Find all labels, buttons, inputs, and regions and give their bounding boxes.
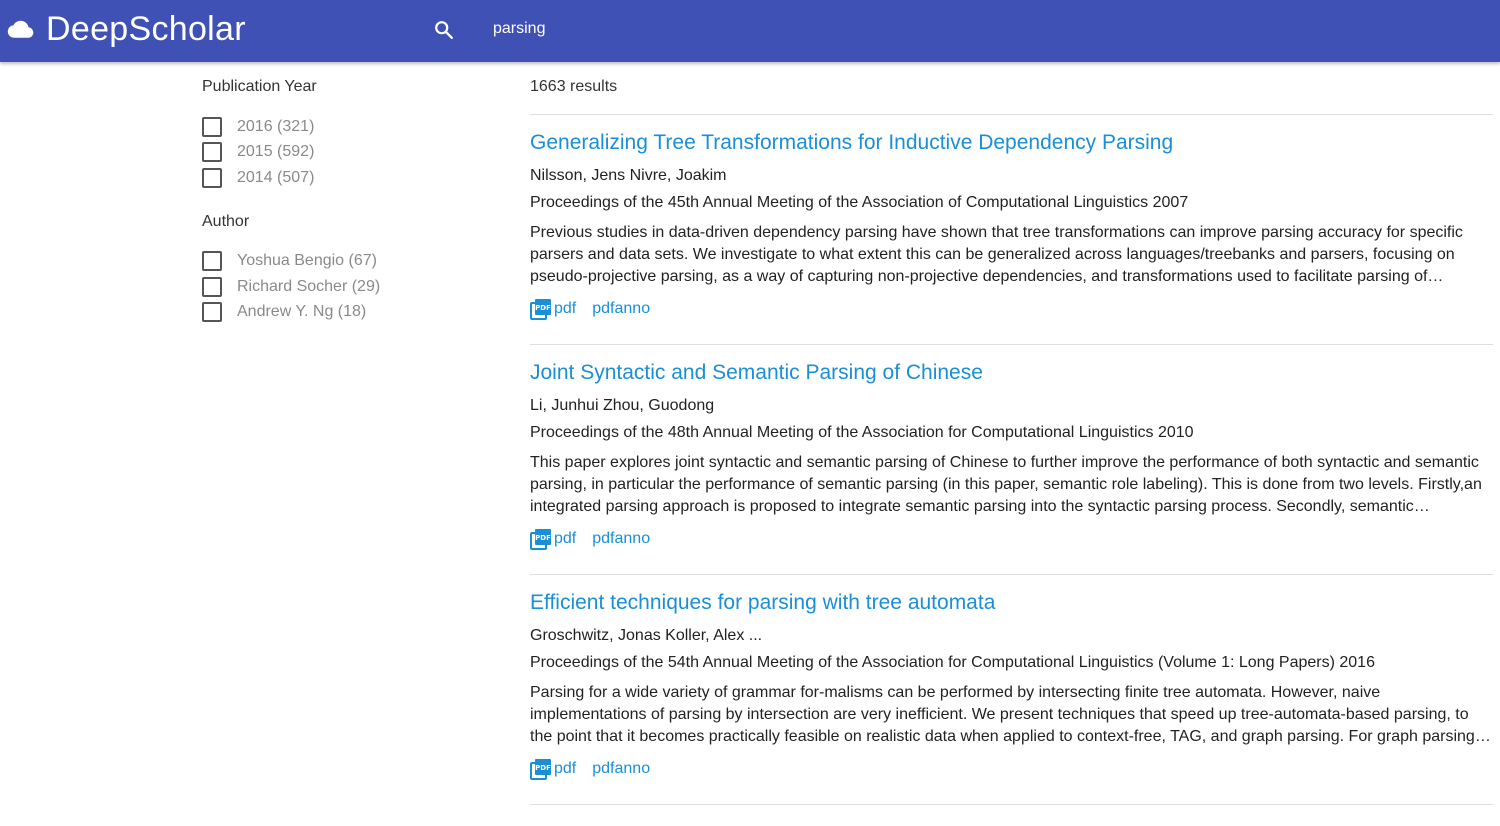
facet-options: Yoshua Bengio (67) Richard Socher (29) A… (202, 249, 462, 326)
result-item: Efficient techniques for parsing with tr… (530, 575, 1493, 805)
result-abstract: This paper explores joint syntactic and … (530, 454, 1482, 515)
search-icon[interactable] (433, 19, 455, 41)
checkbox[interactable] (202, 142, 222, 163)
facet-option-2016[interactable]: 2016 (321) (202, 114, 462, 140)
facet-option-label: Richard Socher (29) (237, 277, 381, 295)
facet-option-andrew-ng[interactable]: Andrew Y. Ng (18) (202, 300, 462, 326)
facet-option-label: Yoshua Bengio (67) (237, 252, 377, 270)
pdf-icon: PDF (530, 529, 551, 550)
pdfanno-link[interactable]: pdfanno (592, 530, 650, 548)
result-item: Joint Syntactic and Semantic Parsing of … (530, 345, 1493, 575)
svg-text:PDF: PDF (535, 534, 551, 542)
app-header: DeepScholar (0, 0, 1500, 62)
pdf-link-label: pdf (554, 300, 577, 317)
result-abstract: Parsing for a wide variety of grammar fo… (530, 684, 1480, 745)
result-title-link[interactable]: Joint Syntactic and Semantic Parsing of … (530, 361, 983, 385)
facet-option-2014[interactable]: 2014 (507) (202, 165, 462, 191)
result-authors: Nilsson, Jens Nivre, Joakim (530, 167, 727, 184)
checkbox[interactable] (202, 251, 222, 272)
result-item: Generalizing Tree Transformations for In… (530, 115, 1493, 345)
pdf-link[interactable]: PDF pdf (530, 528, 576, 550)
pdf-icon: PDF (530, 759, 551, 780)
checkbox[interactable] (202, 167, 222, 188)
cloud-icon (7, 20, 34, 38)
brand[interactable]: DeepScholar (6, 8, 246, 50)
result-links: PDF pdf pdfanno (530, 527, 650, 551)
checkbox[interactable] (202, 276, 222, 297)
result-venue: Proceedings of the 45th Annual Meeting o… (530, 194, 1189, 211)
facet-option-label: 2015 (592) (237, 143, 315, 161)
pdfanno-link[interactable]: pdfanno (592, 760, 650, 778)
facet-option-yoshua-bengio[interactable]: Yoshua Bengio (67) (202, 249, 462, 275)
svg-text:PDF: PDF (535, 304, 551, 312)
result-links: PDF pdf pdfanno (530, 757, 650, 781)
svg-text:PDF: PDF (535, 764, 551, 772)
filter-sidebar: Publication Year 2016 (321) 2015 (592) 2… (202, 76, 462, 345)
facet-option-2015[interactable]: 2015 (592) (202, 140, 462, 166)
result-title-link[interactable]: Efficient techniques for parsing with tr… (530, 591, 995, 615)
facet-options: 2016 (321) 2015 (592) 2014 (507) (202, 114, 462, 191)
pdf-link[interactable]: PDF pdf (530, 758, 576, 780)
pdf-link[interactable]: PDF pdf (530, 298, 576, 320)
search-input[interactable] (483, 14, 1203, 44)
facet-option-label: Andrew Y. Ng (18) (237, 303, 367, 321)
pdf-link-label: pdf (554, 760, 577, 777)
result-venue: Proceedings of the 48th Annual Meeting o… (530, 424, 1194, 441)
result-title-link[interactable]: Generalizing Tree Transformations for In… (530, 131, 1173, 155)
brand-name: DeepScholar (46, 9, 246, 48)
facet-option-richard-socher[interactable]: Richard Socher (29) (202, 274, 462, 300)
result-authors: Groschwitz, Jonas Koller, Alex ... (530, 627, 763, 644)
facet-option-label: 2016 (321) (237, 117, 315, 135)
pdfanno-link[interactable]: pdfanno (592, 300, 650, 318)
checkbox[interactable] (202, 116, 222, 137)
facet-title: Publication Year (202, 78, 317, 95)
result-abstract: Previous studies in data-driven dependen… (530, 224, 1463, 285)
facet-author: Author Yoshua Bengio (67) Richard Socher… (202, 211, 462, 326)
pdf-link-label: pdf (554, 530, 577, 547)
facet-publication-year: Publication Year 2016 (321) 2015 (592) 2… (202, 76, 462, 191)
facet-option-label: 2014 (507) (237, 168, 315, 186)
result-authors: Li, Junhui Zhou, Guodong (530, 397, 715, 414)
pdf-icon: PDF (530, 299, 551, 320)
checkbox[interactable] (202, 302, 222, 323)
results-panel: 1663 results Generalizing Tree Transform… (530, 76, 1493, 805)
results-count: 1663 results (530, 76, 1493, 115)
result-links: PDF pdf pdfanno (530, 297, 650, 321)
facet-title: Author (202, 212, 250, 230)
result-venue: Proceedings of the 54th Annual Meeting o… (530, 654, 1375, 671)
